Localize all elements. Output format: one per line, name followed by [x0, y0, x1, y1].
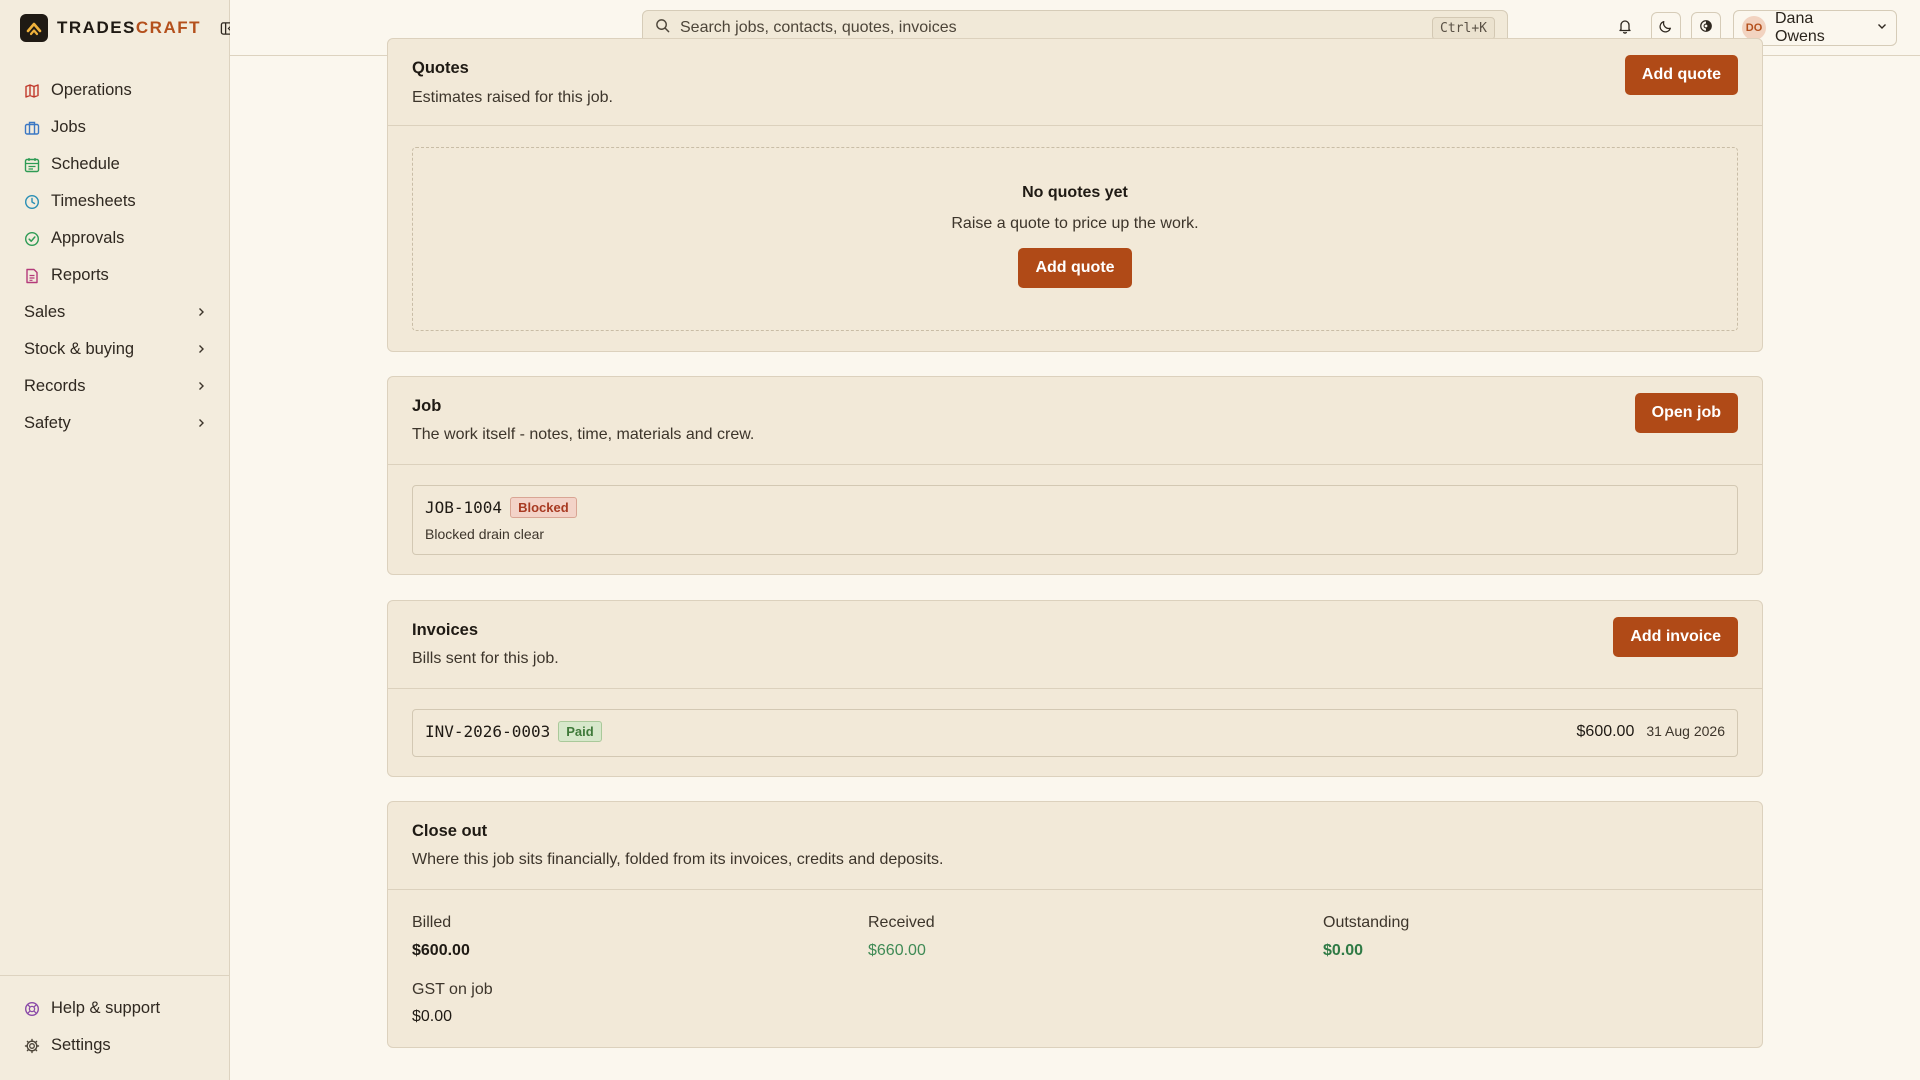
lifebuoy-icon: [24, 1001, 40, 1017]
search-icon: [655, 18, 670, 38]
sidebar-item-label: Schedule: [51, 155, 120, 173]
sidebar-footer: Help & support Settings: [0, 975, 230, 1080]
received-label: Received: [868, 914, 935, 931]
calendar-icon: [24, 157, 40, 173]
sidebar-item-settings[interactable]: Settings: [12, 1027, 218, 1064]
sidebar-group-label: Stock & buying: [24, 340, 135, 358]
status-badge: Paid: [558, 721, 602, 742]
check-circle-icon: [24, 231, 40, 247]
job-id: JOB-1004: [425, 498, 503, 517]
invoices-card: Invoices Bills sent for this job. Add in…: [387, 600, 1763, 777]
quotes-empty-state: No quotes yet Raise a quote to price up …: [412, 147, 1738, 331]
outstanding-label: Outstanding: [1323, 914, 1410, 931]
search-placeholder: Search jobs, contacts, quotes, invoices: [680, 19, 957, 36]
job-card: Job The work itself - notes, time, mater…: [387, 376, 1763, 575]
open-job-button[interactable]: Open job: [1634, 393, 1738, 433]
sidebar-group-label: Safety: [24, 414, 71, 432]
sidebar-item-reports[interactable]: Reports: [12, 257, 218, 294]
status-badge: Blocked: [510, 497, 577, 518]
main-nav: Operations Jobs Schedule Timesheets Appr…: [12, 72, 218, 442]
invoice-id: INV-2026-0003: [425, 722, 551, 741]
brand-logo-icon: [20, 14, 48, 42]
gst-value: $0.00: [412, 1008, 453, 1025]
sidebar-group-safety[interactable]: Safety: [12, 405, 218, 442]
sidebar-item-label: Timesheets: [51, 192, 136, 210]
brand-name: TRADESCRAFT: [57, 18, 202, 37]
job-subtitle: The work itself - notes, time, materials…: [412, 426, 755, 443]
moon-icon: [1659, 19, 1673, 38]
briefcase-icon: [24, 120, 40, 136]
sidebar-item-help-support[interactable]: Help & support: [12, 990, 218, 1027]
job-card-header: Job The work itself - notes, time, mater…: [388, 377, 1762, 465]
closeout-card-header: Close out Where this job sits financiall…: [388, 802, 1762, 890]
brand[interactable]: TRADESCRAFT: [20, 14, 236, 42]
closeout-card: Close out Where this job sits financiall…: [387, 801, 1763, 1048]
keyboard-shortcut-badge: Ctrl+K: [1432, 16, 1495, 40]
job-description: Blocked drain clear: [425, 526, 545, 542]
chevron-down-icon: [1876, 19, 1888, 37]
invoices-title: Invoices: [412, 621, 479, 639]
sidebar-group-sales[interactable]: Sales: [12, 294, 218, 331]
invoices-card-header: Invoices Bills sent for this job. Add in…: [388, 601, 1762, 689]
sidebar-item-label: Jobs: [51, 118, 86, 136]
sidebar-item-operations[interactable]: Operations: [12, 72, 218, 109]
document-icon: [24, 268, 40, 284]
add-quote-button[interactable]: Add quote: [1624, 55, 1738, 95]
bell-icon: [1617, 18, 1633, 39]
sidebar-group-records[interactable]: Records: [12, 368, 218, 405]
sidebar-item-schedule[interactable]: Schedule: [12, 146, 218, 183]
closeout-subtitle: Where this job sits financially, folded …: [412, 851, 944, 868]
chevron-right-icon: [196, 414, 206, 433]
sidebar-item-timesheets[interactable]: Timesheets: [12, 183, 218, 220]
user-name: Dana Owens: [1775, 10, 1825, 45]
empty-state-title: No quotes yet: [1022, 184, 1128, 201]
job-row[interactable]: JOB-1004 Blocked Blocked drain clear: [412, 485, 1738, 555]
received-value: $660.00: [868, 942, 926, 959]
sidebar-group-label: Records: [24, 377, 86, 395]
invoice-row[interactable]: INV-2026-0003 Paid $600.00 31 Aug 2026: [412, 709, 1738, 757]
add-invoice-button[interactable]: Add invoice: [1613, 617, 1738, 657]
invoice-date: 31 Aug 2026: [1646, 723, 1725, 739]
sidebar-item-label: Operations: [51, 81, 132, 99]
map-icon: [24, 83, 40, 99]
chevron-right-icon: [196, 377, 206, 396]
sidebar-item-approvals[interactable]: Approvals: [12, 220, 218, 257]
sidebar: TRADESCRAFT Operations Jobs Schedule Tim…: [0, 0, 234, 1080]
sidebar-item-jobs[interactable]: Jobs: [12, 109, 218, 146]
contrast-icon: [1699, 19, 1713, 38]
billed-value: $600.00: [412, 942, 470, 959]
quotes-card: Quotes Estimates raised for this job. Ad…: [387, 38, 1763, 352]
sidebar-item-label: Help & support: [51, 999, 161, 1017]
sidebar-group-label: Sales: [24, 303, 66, 321]
sidebar-item-label: Approvals: [51, 229, 125, 247]
add-quote-empty-button[interactable]: Add quote: [1018, 248, 1132, 288]
chevron-right-icon: [196, 303, 206, 322]
quotes-card-header: Quotes Estimates raised for this job. Ad…: [388, 39, 1762, 126]
job-title: Job: [412, 397, 442, 415]
billed-label: Billed: [412, 914, 452, 931]
empty-state-subtitle: Raise a quote to price up the work.: [951, 215, 1199, 232]
invoices-subtitle: Bills sent for this job.: [412, 650, 559, 667]
gst-label: GST on job: [412, 981, 493, 998]
closeout-title: Close out: [412, 822, 488, 840]
gear-icon: [24, 1038, 40, 1054]
sidebar-item-label: Reports: [51, 266, 109, 284]
quotes-subtitle: Estimates raised for this job.: [412, 89, 613, 106]
sidebar-group-stock-buying[interactable]: Stock & buying: [12, 331, 218, 368]
quotes-title: Quotes: [412, 59, 469, 77]
avatar: DO: [1742, 16, 1766, 40]
chevron-right-icon: [196, 340, 206, 359]
invoice-amount: $600.00: [1576, 723, 1635, 740]
clock-icon: [24, 194, 40, 210]
sidebar-item-label: Settings: [51, 1036, 111, 1054]
outstanding-value: $0.00: [1323, 942, 1364, 959]
